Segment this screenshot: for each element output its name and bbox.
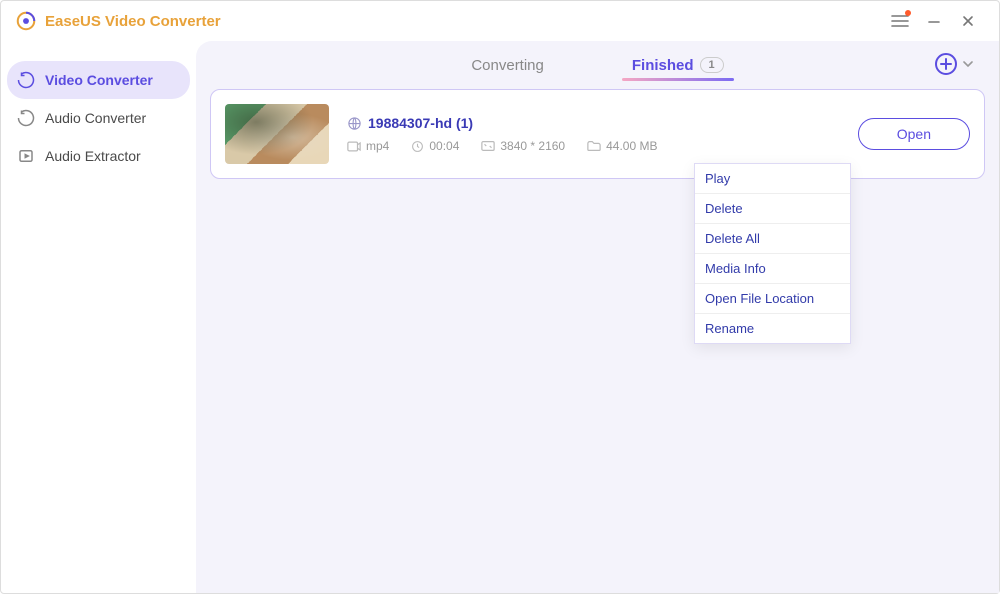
sidebar-item-audio-converter[interactable]: Audio Converter [7, 99, 190, 137]
app-logo-icon [15, 10, 37, 32]
tab-converting[interactable]: Converting [467, 47, 548, 84]
file-format: mp4 [366, 139, 389, 153]
tab-label: Finished [632, 57, 694, 74]
open-button[interactable]: Open [858, 118, 970, 150]
format-icon [347, 141, 361, 152]
file-duration: 00:04 [429, 139, 459, 153]
title-bar: EaseUS Video Converter [1, 1, 999, 41]
app-logo: EaseUS Video Converter [15, 10, 221, 32]
folder-icon [587, 140, 601, 152]
ctx-media-info[interactable]: Media Info [695, 254, 850, 284]
ctx-play[interactable]: Play [695, 164, 850, 194]
audio-converter-icon [17, 109, 35, 127]
menu-button[interactable] [883, 6, 917, 36]
sidebar-item-label: Video Converter [45, 72, 153, 88]
globe-icon [347, 116, 362, 131]
context-menu: Play Delete Delete All Media Info Open F… [694, 163, 851, 344]
file-info: 19884307-hd (1) mp4 00:04 3840 * 2160 [347, 115, 840, 153]
file-resolution: 3840 * 2160 [500, 139, 565, 153]
video-thumbnail [225, 104, 329, 164]
tab-label: Converting [471, 57, 544, 74]
sidebar-item-video-converter[interactable]: Video Converter [7, 61, 190, 99]
close-button[interactable] [951, 6, 985, 36]
clock-icon [411, 140, 424, 153]
sidebar-item-audio-extractor[interactable]: Audio Extractor [7, 137, 190, 175]
resolution-icon [481, 140, 495, 152]
add-file-button[interactable] [935, 53, 957, 75]
finished-count-badge: 1 [700, 57, 724, 73]
add-dropdown-button[interactable] [963, 60, 973, 68]
tab-bar: Converting Finished 1 [210, 41, 985, 89]
video-converter-icon [17, 71, 35, 89]
ctx-rename[interactable]: Rename [695, 314, 850, 343]
minimize-button[interactable] [917, 6, 951, 36]
ctx-open-location[interactable]: Open File Location [695, 284, 850, 314]
file-card[interactable]: 19884307-hd (1) mp4 00:04 3840 * 2160 [210, 89, 985, 179]
app-title: EaseUS Video Converter [45, 13, 221, 30]
tab-finished[interactable]: Finished 1 [628, 47, 728, 84]
file-name: 19884307-hd (1) [368, 115, 473, 131]
notification-dot-icon [905, 10, 911, 16]
sidebar: Video Converter Audio Converter Audio Ex… [1, 41, 196, 593]
ctx-delete-all[interactable]: Delete All [695, 224, 850, 254]
sidebar-item-label: Audio Converter [45, 110, 146, 126]
audio-extractor-icon [17, 147, 35, 165]
ctx-delete[interactable]: Delete [695, 194, 850, 224]
sidebar-item-label: Audio Extractor [45, 148, 141, 164]
content-area: Converting Finished 1 [196, 41, 999, 593]
file-size: 44.00 MB [606, 139, 657, 153]
